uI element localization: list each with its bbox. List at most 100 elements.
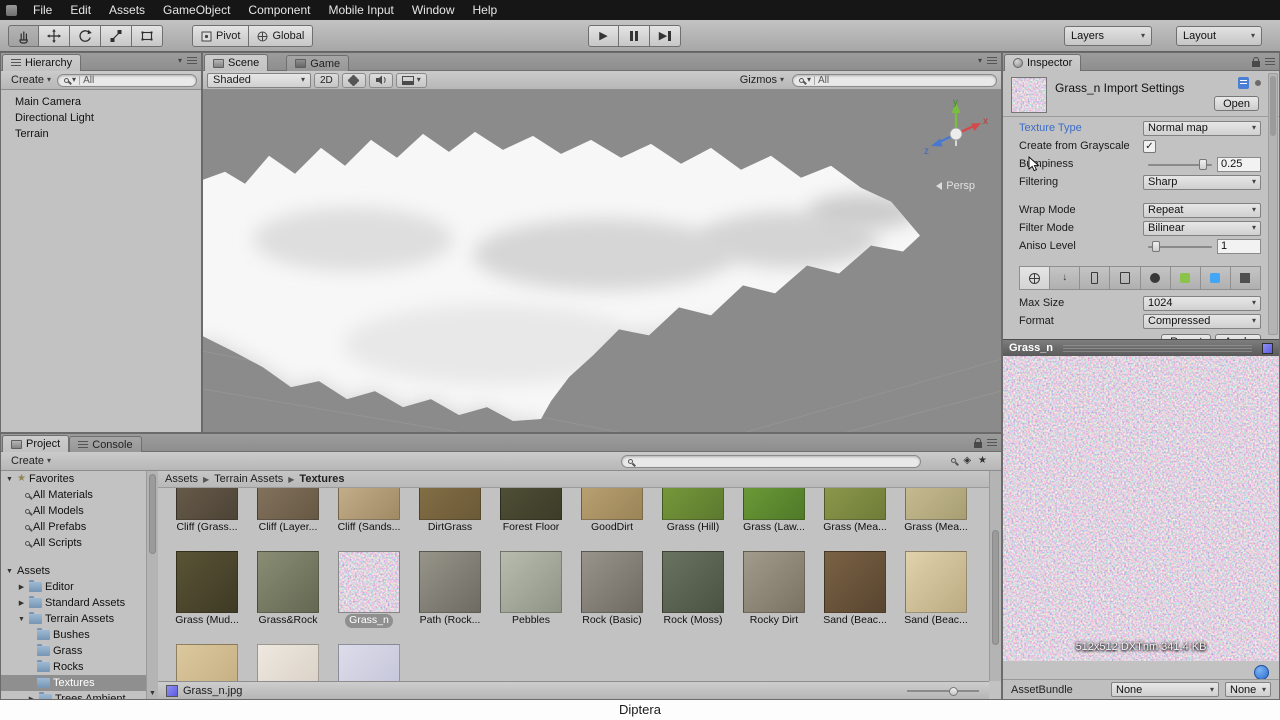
tree-item-editor[interactable]: ▶ Editor — [1, 579, 157, 595]
layers-dropdown[interactable]: Layers ▾ — [1064, 26, 1152, 46]
menu-window[interactable]: Window — [403, 0, 464, 20]
hierarchy-item-directional-light[interactable]: Directional Light — [1, 110, 201, 126]
drag-grip-icon[interactable] — [1063, 344, 1252, 352]
asset-item[interactable]: Forest Floor — [500, 488, 562, 535]
tree-item-terrain-assets[interactable]: ▼ Terrain Assets — [1, 611, 157, 627]
lock-icon[interactable] — [1252, 57, 1260, 67]
aniso-slider[interactable] — [1148, 239, 1212, 254]
scene-viewport[interactable]: y x z Persp — [203, 90, 1001, 432]
scrollbar-thumb[interactable] — [149, 474, 156, 554]
2d-toggle-button[interactable]: 2D — [314, 72, 339, 88]
expand-arrow-icon[interactable]: ▶ — [17, 583, 26, 591]
open-button[interactable]: Open — [1214, 96, 1259, 111]
audio-toggle-button[interactable] — [368, 72, 393, 88]
gear-icon[interactable] — [1255, 80, 1261, 86]
tab-inspector[interactable]: Inspector — [1004, 54, 1082, 71]
tree-item-grass[interactable]: Grass — [1, 643, 157, 659]
breadcrumb-terrain-assets[interactable]: Terrain Assets — [214, 473, 283, 485]
thumbnail-zoom-slider[interactable] — [907, 687, 979, 696]
effects-dropdown-button[interactable]: ▾ — [395, 72, 427, 88]
tree-item-rocks[interactable]: Rocks — [1, 659, 157, 675]
menu-help[interactable]: Help — [464, 0, 507, 20]
bumpiness-value-field[interactable]: 0.25 — [1217, 156, 1261, 172]
asset-item[interactable]: Rocky Dirt — [743, 551, 805, 628]
expand-arrow-icon[interactable]: ▼ — [5, 476, 14, 483]
assetbundle-variant-dropdown[interactable]: None ▾ — [1225, 682, 1271, 697]
gizmos-dropdown[interactable]: Gizmos ▾ — [735, 73, 789, 88]
asset-item[interactable]: Grass (Law... — [743, 488, 805, 535]
breadcrumb-textures[interactable]: Textures — [299, 473, 344, 485]
scrollbar-thumb[interactable] — [992, 529, 999, 646]
scrollbar-thumb[interactable] — [1270, 76, 1276, 136]
preview-header[interactable]: Grass_n — [1003, 339, 1279, 356]
tree-item-all-scripts[interactable]: All Scripts — [1, 535, 157, 551]
asset-label-icon[interactable] — [1254, 665, 1269, 680]
play-button[interactable]: ▶ — [588, 25, 619, 47]
max-size-dropdown[interactable]: 1024 ▾ — [1143, 295, 1261, 311]
lighting-toggle-button[interactable] — [341, 72, 366, 88]
rotate-tool-button[interactable] — [70, 25, 101, 47]
panel-dropdown-icon[interactable]: ▾ — [178, 57, 182, 65]
asset-item[interactable] — [176, 644, 238, 681]
project-search-input[interactable] — [621, 455, 921, 468]
rect-tool-button[interactable] — [132, 25, 163, 47]
asset-item[interactable]: Grass (Mud... — [175, 551, 239, 628]
slider-knob[interactable] — [1151, 240, 1160, 252]
asset-item[interactable]: Grass (Mea... — [904, 488, 968, 535]
tab-console[interactable]: Console — [69, 436, 142, 452]
tab-game[interactable]: Game — [286, 55, 350, 71]
draw-mode-dropdown[interactable]: Shaded ▾ — [207, 72, 311, 88]
tree-item-all-prefabs[interactable]: All Prefabs — [1, 519, 157, 535]
texture-preview[interactable]: 512x512 DXTnm 341.4 KB — [1003, 356, 1279, 661]
expand-arrow-icon[interactable]: ▼ — [17, 616, 26, 623]
tree-item-trees-ambient[interactable]: ▶ Trees Ambient — [1, 691, 157, 699]
grayscale-checkbox[interactable]: ✓ — [1143, 139, 1156, 153]
lock-icon[interactable] — [974, 438, 982, 448]
hierarchy-search-input[interactable]: ▾ All — [57, 73, 197, 87]
menu-component[interactable]: Component — [239, 0, 319, 20]
step-button[interactable]: ▶ — [650, 25, 681, 47]
perspective-toggle[interactable]: Persp — [936, 180, 975, 192]
asset-item[interactable]: DirtGrass — [419, 488, 481, 535]
global-toggle-button[interactable]: Global — [249, 25, 314, 47]
expand-arrow-icon[interactable]: ▶ — [27, 695, 36, 699]
expand-arrow-icon[interactable]: ▼ — [5, 568, 14, 575]
filtering-dropdown[interactable]: Sharp ▾ — [1143, 174, 1261, 190]
platform-tab-default[interactable] — [1020, 267, 1051, 289]
expand-arrow-icon[interactable]: ▶ — [17, 599, 26, 607]
menu-assets[interactable]: Assets — [100, 0, 154, 20]
asset-item[interactable] — [338, 644, 400, 681]
slider-knob[interactable] — [1199, 158, 1208, 170]
aniso-value-field[interactable]: 1 — [1217, 238, 1261, 254]
texture-type-dropdown[interactable]: Normal map ▾ — [1143, 120, 1261, 136]
asset-item[interactable]: Cliff (Layer... — [257, 488, 319, 535]
menu-mobile-input[interactable]: Mobile Input — [319, 0, 402, 20]
breadcrumb-assets[interactable]: Assets — [165, 473, 198, 485]
help-book-icon[interactable] — [1238, 77, 1249, 89]
tree-item-bushes[interactable]: Bushes — [1, 627, 157, 643]
platform-tab-blackberry[interactable] — [1200, 267, 1231, 289]
search-by-type-icon[interactable] — [951, 458, 957, 463]
panel-menu-icon[interactable] — [187, 57, 197, 65]
menu-gameobject[interactable]: GameObject — [154, 0, 239, 20]
menu-edit[interactable]: Edit — [61, 0, 100, 20]
hierarchy-item-terrain[interactable]: Terrain — [1, 126, 201, 142]
tree-item-assets[interactable]: ▼ Assets — [1, 563, 157, 579]
asset-item[interactable] — [257, 644, 319, 681]
format-dropdown[interactable]: Compressed ▾ — [1143, 313, 1261, 329]
hand-tool-button[interactable] — [8, 25, 39, 47]
grid-scrollbar[interactable] — [989, 471, 1001, 681]
filter-mode-dropdown[interactable]: Bilinear ▾ — [1143, 220, 1261, 236]
tab-hierarchy[interactable]: Hierarchy — [2, 54, 82, 71]
assetbundle-dropdown[interactable]: None ▾ — [1111, 682, 1219, 697]
platform-tab-iphone[interactable] — [1080, 267, 1111, 289]
scroll-down-arrow-icon[interactable]: ▼ — [147, 690, 158, 698]
platform-tab-tizen[interactable] — [1230, 267, 1260, 289]
move-tool-button[interactable] — [39, 25, 70, 47]
tree-item-standard-assets[interactable]: ▶ Standard Assets — [1, 595, 157, 611]
asset-item[interactable]: Grass&Rock — [257, 551, 319, 628]
asset-item[interactable]: Grass (Mea... — [823, 488, 887, 535]
panel-menu-icon[interactable] — [987, 57, 997, 65]
asset-item[interactable]: Sand (Beac... — [904, 551, 968, 628]
asset-item[interactable]: Rock (Moss) — [662, 551, 724, 628]
